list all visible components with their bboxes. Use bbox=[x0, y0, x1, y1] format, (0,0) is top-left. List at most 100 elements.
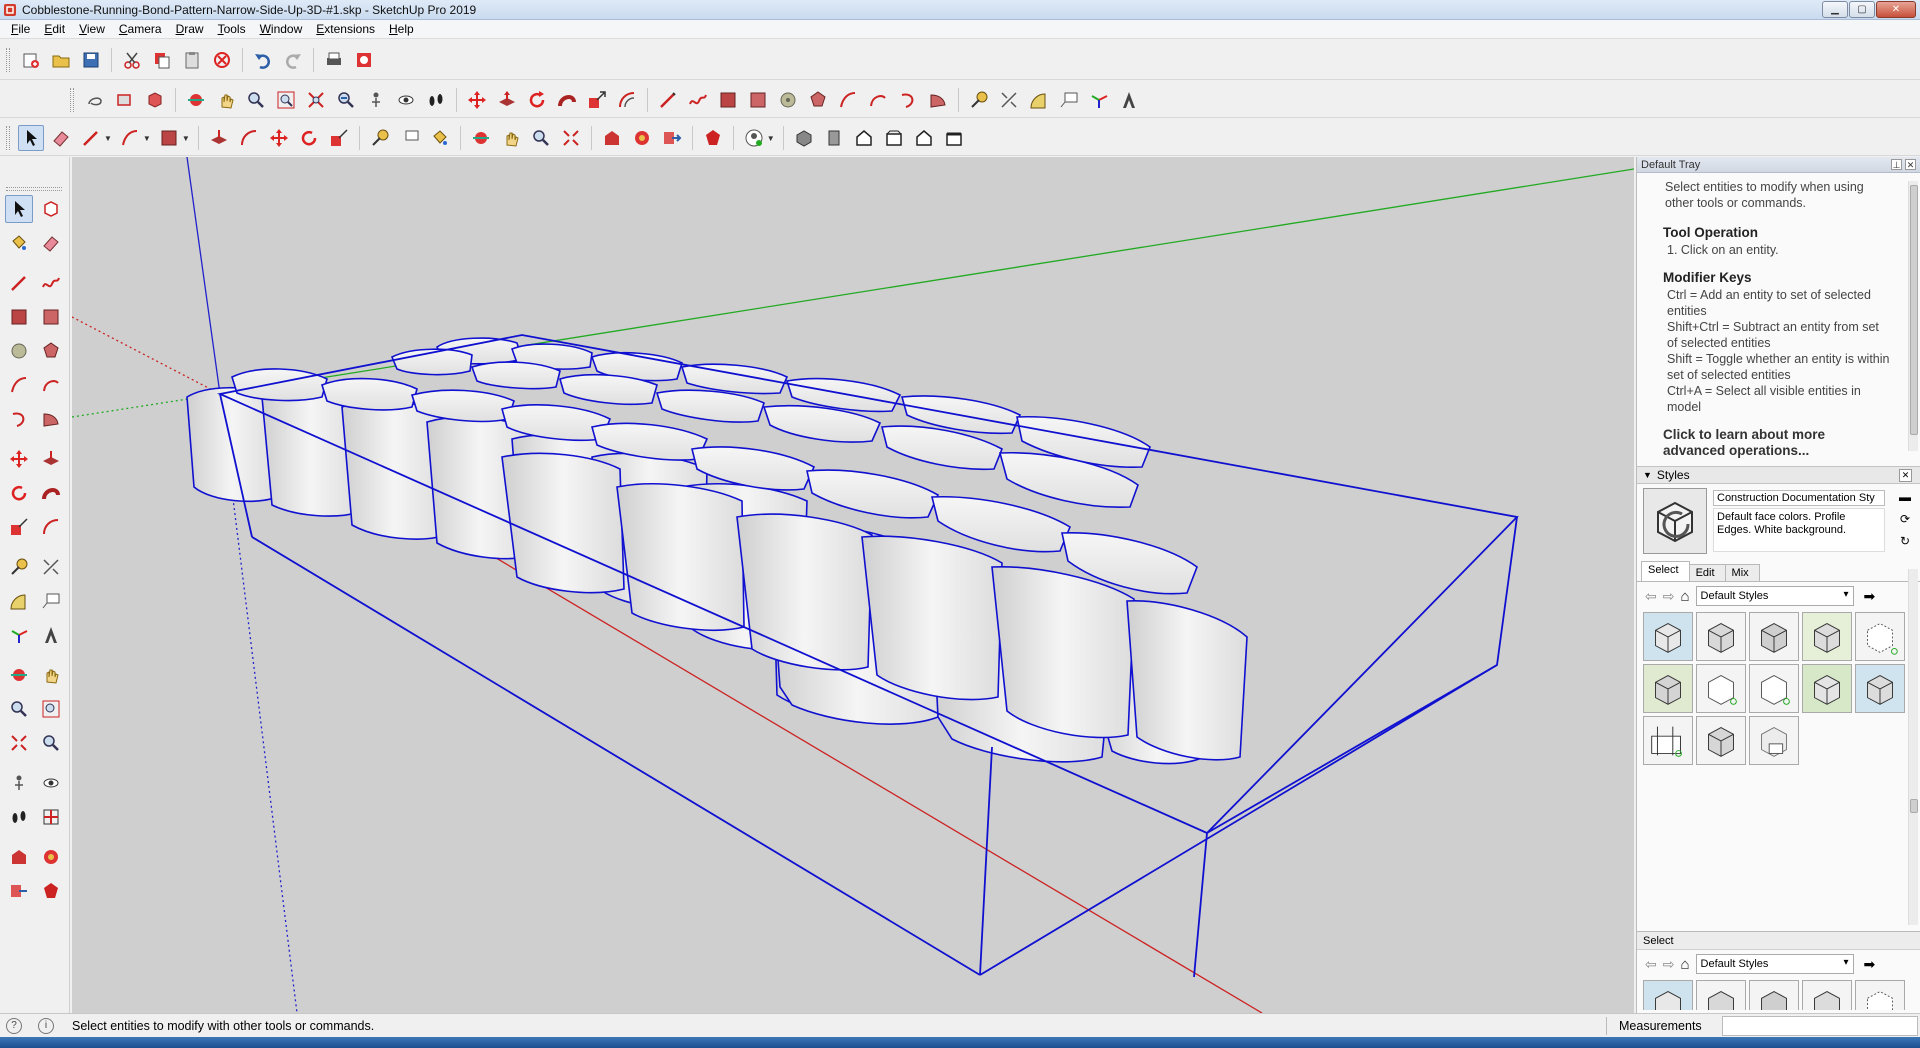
open-folder-icon[interactable] bbox=[48, 47, 74, 73]
orbit-icon[interactable] bbox=[468, 125, 494, 151]
three-point-arc-icon[interactable] bbox=[5, 405, 33, 433]
paint-bucket-icon[interactable] bbox=[427, 125, 453, 151]
minimize-button[interactable]: ▁ bbox=[1822, 1, 1848, 18]
select-arrow-icon[interactable] bbox=[18, 125, 44, 151]
zoom-window-icon[interactable] bbox=[273, 87, 299, 113]
extension-manager-icon[interactable] bbox=[700, 125, 726, 151]
pan-icon[interactable] bbox=[498, 125, 524, 151]
style-thumbnail[interactable] bbox=[1643, 980, 1693, 1010]
pan-icon[interactable] bbox=[213, 87, 239, 113]
tape-measure-icon[interactable] bbox=[367, 125, 393, 151]
look-around-icon[interactable] bbox=[393, 87, 419, 113]
style-thumbnail[interactable] bbox=[1643, 716, 1693, 765]
left-view-icon[interactable] bbox=[941, 125, 967, 151]
make-component-icon[interactable] bbox=[37, 195, 65, 223]
circle-icon[interactable] bbox=[775, 87, 801, 113]
style-thumbnail[interactable] bbox=[1855, 980, 1905, 1010]
chevron-down-icon[interactable]: ▼ bbox=[767, 134, 775, 143]
style-thumbnail[interactable] bbox=[1749, 664, 1799, 713]
previous-view-icon[interactable] bbox=[37, 729, 65, 757]
walk-icon[interactable] bbox=[5, 803, 33, 831]
tab-edit[interactable]: Edit bbox=[1688, 564, 1726, 581]
freehand-icon[interactable] bbox=[37, 269, 65, 297]
send-to-layout-icon[interactable] bbox=[5, 877, 33, 905]
menu-tools[interactable]: Tools bbox=[211, 22, 253, 36]
toolbar-grip[interactable] bbox=[70, 88, 74, 112]
rotate-icon[interactable] bbox=[296, 125, 322, 151]
two-point-arc-icon[interactable] bbox=[37, 371, 65, 399]
rectangle-icon[interactable] bbox=[156, 125, 182, 151]
text-icon[interactable] bbox=[37, 587, 65, 615]
instructor-scrollbar[interactable] bbox=[1908, 181, 1918, 451]
info-icon[interactable]: i bbox=[38, 1017, 54, 1034]
create-new-style-icon[interactable]: ▬ bbox=[1896, 490, 1914, 506]
back-view-icon[interactable] bbox=[911, 125, 937, 151]
front-view-icon[interactable] bbox=[851, 125, 877, 151]
rectangle-icon[interactable] bbox=[5, 303, 33, 331]
style-thumbnail[interactable] bbox=[1802, 980, 1852, 1010]
scale-icon[interactable] bbox=[5, 513, 33, 541]
style-thumbnail[interactable] bbox=[1749, 980, 1799, 1010]
forward-arrow-icon[interactable]: ⇨ bbox=[1663, 588, 1675, 605]
close-icon[interactable]: ✕ bbox=[1905, 159, 1916, 170]
line-icon[interactable] bbox=[5, 269, 33, 297]
look-around-icon[interactable] bbox=[37, 769, 65, 797]
undo-icon[interactable] bbox=[250, 47, 276, 73]
push-pull-icon[interactable] bbox=[494, 87, 520, 113]
back-arrow-icon[interactable]: ⇦ bbox=[1645, 588, 1657, 605]
print-icon[interactable] bbox=[321, 47, 347, 73]
3d-text-icon[interactable] bbox=[37, 621, 65, 649]
copy-icon[interactable] bbox=[149, 47, 175, 73]
erase-icon[interactable] bbox=[209, 47, 235, 73]
style-thumbnail[interactable] bbox=[1696, 612, 1746, 661]
offset-icon[interactable] bbox=[614, 87, 640, 113]
menu-window[interactable]: Window bbox=[253, 22, 310, 36]
rotate-icon[interactable] bbox=[524, 87, 550, 113]
scrollbar-thumb[interactable] bbox=[1910, 185, 1918, 435]
menu-help[interactable]: Help bbox=[382, 22, 421, 36]
zoom-icon[interactable] bbox=[528, 125, 554, 151]
push-pull-icon[interactable] bbox=[37, 445, 65, 473]
sketchup-app-icon[interactable] bbox=[3, 3, 17, 17]
protractor-icon[interactable] bbox=[1026, 87, 1052, 113]
follow-me-icon[interactable] bbox=[37, 479, 65, 507]
axes-icon[interactable] bbox=[1086, 87, 1112, 113]
pan-icon[interactable] bbox=[37, 661, 65, 689]
user-account-icon[interactable] bbox=[741, 125, 767, 151]
previous-view-icon[interactable] bbox=[333, 87, 359, 113]
zoom-icon[interactable] bbox=[5, 695, 33, 723]
rotated-rectangle-icon[interactable] bbox=[745, 87, 771, 113]
freehand-icon[interactable] bbox=[685, 87, 711, 113]
new-model-icon[interactable] bbox=[18, 47, 44, 73]
scale-icon[interactable] bbox=[326, 125, 352, 151]
tape-measure-icon[interactable] bbox=[5, 553, 33, 581]
style-thumbnail[interactable] bbox=[1749, 612, 1799, 661]
menu-draw[interactable]: Draw bbox=[169, 22, 211, 36]
position-camera-icon[interactable] bbox=[5, 769, 33, 797]
collapse-triangle-icon[interactable]: ▼ bbox=[1643, 470, 1652, 480]
eraser-icon[interactable] bbox=[37, 229, 65, 257]
three-point-arc-icon[interactable] bbox=[895, 87, 921, 113]
text-icon[interactable] bbox=[397, 125, 423, 151]
circle-icon[interactable] bbox=[5, 337, 33, 365]
extension-warehouse-icon[interactable] bbox=[37, 843, 65, 871]
position-camera-icon[interactable] bbox=[363, 87, 389, 113]
follow-me-icon[interactable] bbox=[554, 87, 580, 113]
extension-manager-icon[interactable] bbox=[37, 877, 65, 905]
scrollbar-thumb[interactable] bbox=[1910, 799, 1918, 813]
model-info-icon[interactable] bbox=[351, 47, 377, 73]
move-icon[interactable] bbox=[464, 87, 490, 113]
offset-icon[interactable] bbox=[236, 125, 262, 151]
home-icon[interactable]: ⌂ bbox=[1680, 956, 1689, 973]
menu-extensions[interactable]: Extensions bbox=[309, 22, 382, 36]
paste-icon[interactable] bbox=[179, 47, 205, 73]
protractor-icon[interactable] bbox=[5, 587, 33, 615]
style-thumbnail[interactable] bbox=[1696, 980, 1746, 1010]
styles-scrollbar[interactable] bbox=[1908, 569, 1918, 925]
dimension-icon[interactable] bbox=[996, 87, 1022, 113]
toolbar-grip[interactable] bbox=[6, 48, 10, 72]
refresh-icon[interactable]: ↻ bbox=[1896, 534, 1914, 550]
style-thumbnail[interactable] bbox=[1696, 716, 1746, 765]
close-icon[interactable]: ✕ bbox=[1899, 469, 1912, 482]
style-thumbnail[interactable] bbox=[1643, 612, 1693, 661]
